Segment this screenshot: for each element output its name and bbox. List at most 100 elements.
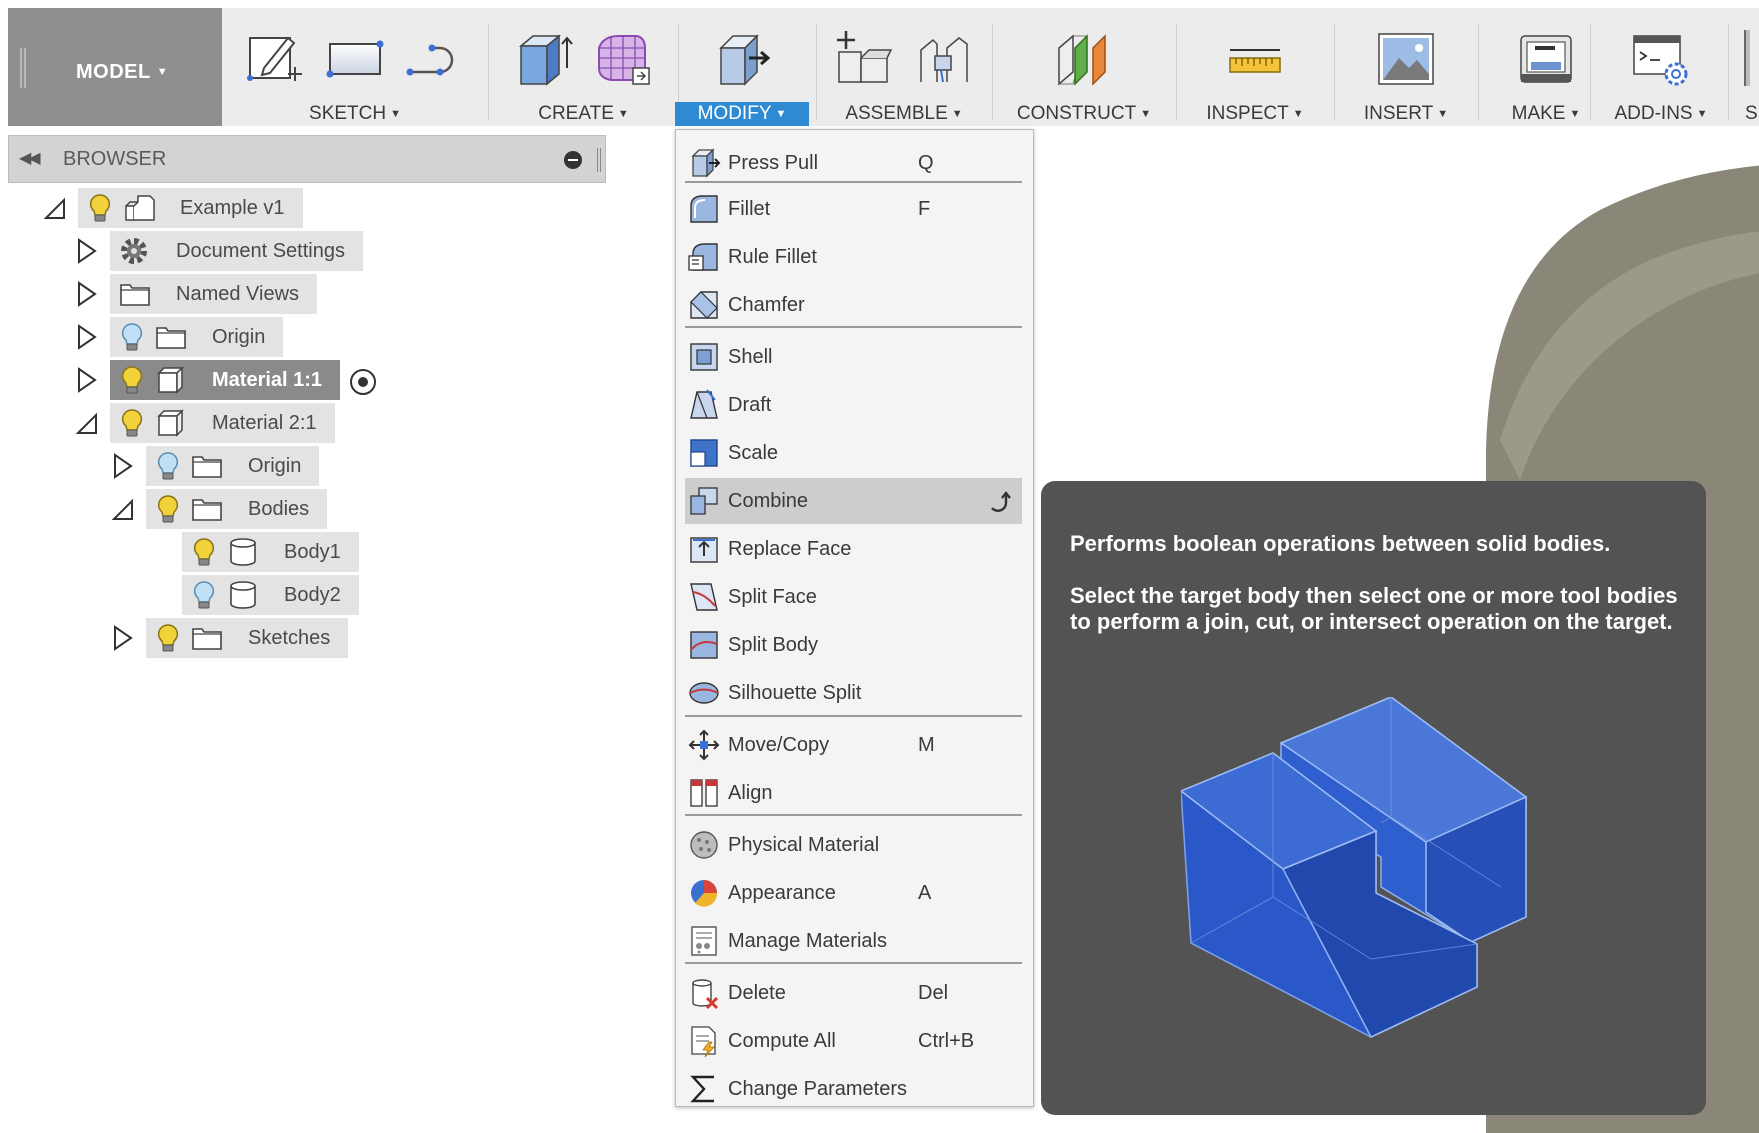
menu-item[interactable]: Replace Face — [685, 526, 1022, 572]
menu-item[interactable]: Chamfer — [685, 282, 1022, 328]
toolbar-group-modify[interactable]: MODIFY ▼ — [675, 8, 809, 126]
activate-component-radio-icon[interactable] — [350, 369, 376, 395]
visibility-bulb-on-icon[interactable] — [118, 407, 146, 439]
scale-icon — [687, 436, 721, 470]
new-component-icon[interactable] — [833, 28, 895, 90]
caret-down-icon: ▼ — [1696, 108, 1708, 120]
visibility-bulb-on-icon[interactable] — [154, 622, 182, 654]
menu-item[interactable]: Manage Materials — [685, 918, 1022, 964]
toolbar-group-sketch[interactable]: SKETCH ▼ — [230, 8, 480, 126]
caret-down-icon: ▼ — [1437, 108, 1449, 120]
sketch-pencil-icon[interactable] — [244, 28, 306, 90]
browser-node-pill[interactable]: Origin — [146, 446, 320, 486]
browser-node-pill[interactable]: Sketches — [146, 618, 349, 658]
browser-node-pill[interactable]: Material 2:1 — [110, 403, 335, 443]
menu-item[interactable]: Shell — [685, 334, 1022, 380]
line-arc-icon[interactable] — [404, 28, 466, 90]
joint-icon[interactable] — [913, 28, 975, 90]
panel-grip-icon[interactable] — [597, 148, 601, 172]
expand-triangle-icon[interactable] — [74, 323, 100, 351]
browser-node-pill[interactable]: Bodies — [146, 489, 328, 529]
expanded-triangle-icon[interactable] — [110, 495, 136, 523]
combine-illustration — [1181, 697, 1528, 1038]
visibility-bulb-on-icon[interactable] — [86, 192, 114, 224]
menu-item-label: Change Parameters — [728, 1078, 907, 1100]
visibility-bulb-off-icon[interactable] — [118, 321, 146, 353]
toolbar-group-addins[interactable]: ADD-INS ▼ — [1598, 8, 1724, 126]
insert-image-icon[interactable] — [1375, 28, 1437, 90]
scripts-addins-icon[interactable] — [1630, 28, 1692, 90]
body-cylinder-icon — [226, 536, 260, 568]
menu-item[interactable]: Press Pull Q — [685, 140, 1022, 186]
menu-item[interactable]: Appearance A — [685, 870, 1022, 916]
form-grid-box-icon[interactable] — [593, 28, 655, 90]
browser-node-pill[interactable]: Document Settings — [110, 231, 363, 271]
menu-item[interactable]: Rule Fillet — [685, 234, 1022, 280]
toolbar-group-create[interactable]: CREATE ▼ — [496, 8, 671, 126]
browser-node-pill[interactable]: Origin — [110, 317, 284, 357]
extrude-box-icon[interactable] — [513, 28, 575, 90]
toolbar: MODEL ▼ SKETCH ▼ CREATE ▼ MODIFY ▼ ASSEM… — [8, 8, 1759, 126]
toolbar-group-partial[interactable]: S — [1740, 8, 1759, 126]
toolbar-group-make[interactable]: MAKE ▼ — [1486, 8, 1606, 126]
visibility-bulb-on-icon[interactable] — [154, 493, 182, 525]
menu-item-label: Fillet — [728, 198, 771, 220]
rule-fillet-icon — [687, 240, 721, 274]
menu-item[interactable]: Split Body — [685, 622, 1022, 668]
browser-node-pill[interactable]: Material 1:1 — [110, 360, 341, 400]
expand-triangle-icon[interactable] — [110, 624, 136, 652]
caret-down-icon: ▼ — [775, 108, 787, 120]
menu-item[interactable]: Silhouette Split — [685, 670, 1022, 716]
expand-triangle-icon[interactable] — [110, 452, 136, 480]
menu-item-label: Delete — [728, 982, 786, 1004]
menu-item[interactable]: Physical Material — [685, 822, 1022, 868]
expand-triangle-icon[interactable] — [74, 237, 100, 265]
print-3d-icon[interactable] — [1515, 28, 1577, 90]
browser-node-pill[interactable]: Example v1 — [78, 188, 303, 228]
menu-item[interactable]: Delete Del — [685, 970, 1022, 1016]
menu-item-label: Scale — [728, 442, 779, 464]
visibility-bulb-off-icon[interactable] — [190, 579, 218, 611]
toolbar-separator — [488, 24, 489, 120]
minimize-icon[interactable] — [564, 151, 582, 169]
browser-node-pill[interactable]: Named Views — [110, 274, 318, 314]
toolbar-group-construct[interactable]: CONSTRUCT ▼ — [1000, 8, 1168, 126]
press-pull-box-icon[interactable] — [711, 28, 773, 90]
browser-node-pill[interactable]: Body2 — [182, 575, 359, 615]
pin-to-toolbar-icon[interactable] — [984, 488, 1012, 516]
visibility-bulb-on-icon[interactable] — [190, 536, 218, 568]
expanded-triangle-icon[interactable] — [42, 194, 68, 222]
menu-item-label: Press Pull — [728, 152, 819, 174]
toolbar-group-assemble[interactable]: ASSEMBLE ▼ — [824, 8, 984, 126]
menu-item[interactable]: Scale — [685, 430, 1022, 476]
menu-item[interactable]: Align — [685, 770, 1022, 816]
tooltip-description: Performs boolean operations between soli… — [1070, 531, 1611, 556]
browser-node-label: Body2 — [284, 583, 341, 606]
menu-item[interactable]: Draft — [685, 382, 1022, 428]
menu-item[interactable]: Combine — [685, 478, 1022, 524]
measure-ruler-icon[interactable] — [1224, 28, 1286, 90]
expanded-triangle-icon[interactable] — [74, 409, 100, 437]
menu-item[interactable]: Fillet F — [685, 186, 1022, 232]
toolbar-grip[interactable] — [20, 48, 26, 88]
menu-item[interactable]: Split Face — [685, 574, 1022, 620]
visibility-bulb-on-icon[interactable] — [118, 364, 146, 396]
expand-triangle-icon[interactable] — [74, 280, 100, 308]
split-face-icon — [687, 580, 721, 614]
workspace-switcher[interactable]: MODEL ▼ — [8, 8, 222, 126]
collapse-panel-icon[interactable]: ◀◀ — [19, 148, 41, 168]
construct-plane-icon[interactable] — [1053, 28, 1115, 90]
toolbar-group-inspect[interactable]: INSPECT ▼ — [1184, 8, 1326, 126]
menu-item[interactable]: Change Parameters — [685, 1066, 1022, 1112]
browser-header[interactable]: ◀◀ BROWSER — [8, 135, 606, 183]
toolbar-label-addins: ADD-INS — [1614, 103, 1693, 124]
menu-item[interactable]: Move/Copy M — [685, 722, 1022, 768]
rectangle-icon[interactable] — [324, 28, 386, 90]
menu-item[interactable]: Compute All Ctrl+B — [685, 1018, 1022, 1064]
toolbar-group-insert[interactable]: INSERT ▼ — [1342, 8, 1470, 126]
body-cylinder-icon — [226, 579, 260, 611]
browser-node-pill[interactable]: Body1 — [182, 532, 359, 572]
expand-triangle-icon[interactable] — [74, 366, 100, 394]
visibility-bulb-off-icon[interactable] — [154, 450, 182, 482]
menu-item-label: Shell — [728, 346, 773, 368]
